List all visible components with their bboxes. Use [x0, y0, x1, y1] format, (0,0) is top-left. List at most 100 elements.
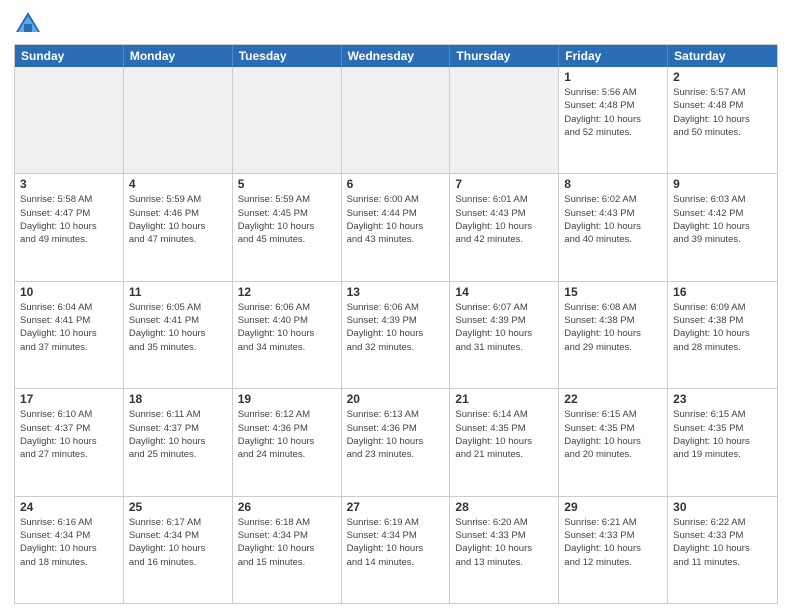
calendar-header: SundayMondayTuesdayWednesdayThursdayFrid…: [15, 45, 777, 67]
logo-icon: [14, 10, 42, 38]
day-number: 2: [673, 70, 772, 84]
day-number: 18: [129, 392, 227, 406]
cell-info: Sunrise: 6:22 AMSunset: 4:33 PMDaylight:…: [673, 516, 772, 569]
weekday-header-friday: Friday: [559, 45, 668, 67]
logo: [14, 10, 46, 38]
weekday-header-thursday: Thursday: [450, 45, 559, 67]
day-number: 28: [455, 500, 553, 514]
calendar-cell-r2c1: 11 Sunrise: 6:05 AMSunset: 4:41 PMDayligh…: [124, 282, 233, 388]
cell-info: Sunrise: 6:15 AMSunset: 4:35 PMDaylight:…: [673, 408, 772, 461]
calendar-cell-r3c6: 23 Sunrise: 6:15 AMSunset: 4:35 PMDayligh…: [668, 389, 777, 495]
day-number: 20: [347, 392, 445, 406]
cell-info: Sunrise: 6:07 AMSunset: 4:39 PMDaylight:…: [455, 301, 553, 354]
weekday-header-sunday: Sunday: [15, 45, 124, 67]
header: [14, 10, 778, 38]
day-number: 19: [238, 392, 336, 406]
day-number: 11: [129, 285, 227, 299]
calendar-cell-r2c2: 12 Sunrise: 6:06 AMSunset: 4:40 PMDayligh…: [233, 282, 342, 388]
day-number: 12: [238, 285, 336, 299]
day-number: 5: [238, 177, 336, 191]
page: SundayMondayTuesdayWednesdayThursdayFrid…: [0, 0, 792, 612]
calendar-cell-r1c0: 3Sunrise: 5:58 AMSunset: 4:47 PMDaylight…: [15, 174, 124, 280]
cell-info: Sunrise: 5:59 AMSunset: 4:46 PMDaylight:…: [129, 193, 227, 246]
calendar-cell-r3c0: 17 Sunrise: 6:10 AMSunset: 4:37 PMDayligh…: [15, 389, 124, 495]
cell-info: Sunrise: 6:09 AMSunset: 4:38 PMDaylight:…: [673, 301, 772, 354]
cell-info: Sunrise: 6:16 AMSunset: 4:34 PMDaylight:…: [20, 516, 118, 569]
calendar-cell-r0c6: 2 Sunrise: 5:57 AMSunset: 4:48 PMDaylight…: [668, 67, 777, 173]
weekday-header-wednesday: Wednesday: [342, 45, 451, 67]
cell-info: Sunrise: 6:18 AMSunset: 4:34 PMDaylight:…: [238, 516, 336, 569]
calendar-cell-r2c6: 16 Sunrise: 6:09 AMSunset: 4:38 PMDayligh…: [668, 282, 777, 388]
calendar-cell-r1c4: 7Sunrise: 6:01 AMSunset: 4:43 PMDaylight…: [450, 174, 559, 280]
day-number: 21: [455, 392, 553, 406]
day-number: 27: [347, 500, 445, 514]
cell-info: Sunrise: 6:02 AMSunset: 4:43 PMDaylight:…: [564, 193, 662, 246]
weekday-header-saturday: Saturday: [668, 45, 777, 67]
calendar-cell-r1c5: 8 Sunrise: 6:02 AMSunset: 4:43 PMDaylight…: [559, 174, 668, 280]
day-number: 24: [20, 500, 118, 514]
calendar-row-0: 1 Sunrise: 5:56 AMSunset: 4:48 PMDaylight…: [15, 67, 777, 174]
calendar-cell-r3c1: 18 Sunrise: 6:11 AMSunset: 4:37 PMDayligh…: [124, 389, 233, 495]
cell-info: Sunrise: 6:05 AMSunset: 4:41 PMDaylight:…: [129, 301, 227, 354]
cell-info: Sunrise: 6:00 AMSunset: 4:44 PMDaylight:…: [347, 193, 445, 246]
calendar-cell-r3c3: 20 Sunrise: 6:13 AMSunset: 4:36 PMDayligh…: [342, 389, 451, 495]
cell-info: Sunrise: 6:06 AMSunset: 4:40 PMDaylight:…: [238, 301, 336, 354]
day-number: 22: [564, 392, 662, 406]
cell-info: Sunrise: 6:12 AMSunset: 4:36 PMDaylight:…: [238, 408, 336, 461]
cell-info: Sunrise: 5:56 AMSunset: 4:48 PMDaylight:…: [564, 86, 662, 139]
cell-info: Sunrise: 6:11 AMSunset: 4:37 PMDaylight:…: [129, 408, 227, 461]
calendar-cell-r1c1: 4 Sunrise: 5:59 AMSunset: 4:46 PMDaylight…: [124, 174, 233, 280]
day-number: 26: [238, 500, 336, 514]
calendar-row-4: 24 Sunrise: 6:16 AMSunset: 4:34 PMDayligh…: [15, 497, 777, 603]
calendar-cell-r4c3: 27 Sunrise: 6:19 AMSunset: 4:34 PMDayligh…: [342, 497, 451, 603]
cell-info: Sunrise: 5:57 AMSunset: 4:48 PMDaylight:…: [673, 86, 772, 139]
calendar-cell-r2c4: 14 Sunrise: 6:07 AMSunset: 4:39 PMDayligh…: [450, 282, 559, 388]
cell-info: Sunrise: 6:14 AMSunset: 4:35 PMDaylight:…: [455, 408, 553, 461]
cell-info: Sunrise: 5:58 AMSunset: 4:47 PMDaylight:…: [20, 193, 118, 246]
calendar-cell-r4c2: 26 Sunrise: 6:18 AMSunset: 4:34 PMDayligh…: [233, 497, 342, 603]
cell-info: Sunrise: 6:19 AMSunset: 4:34 PMDaylight:…: [347, 516, 445, 569]
day-number: 10: [20, 285, 118, 299]
cell-info: Sunrise: 6:13 AMSunset: 4:36 PMDaylight:…: [347, 408, 445, 461]
calendar-cell-r4c4: 28 Sunrise: 6:20 AMSunset: 4:33 PMDayligh…: [450, 497, 559, 603]
calendar-cell-r2c0: 10 Sunrise: 6:04 AMSunset: 4:41 PMDayligh…: [15, 282, 124, 388]
cell-info: Sunrise: 6:21 AMSunset: 4:33 PMDaylight:…: [564, 516, 662, 569]
day-number: 8: [564, 177, 662, 191]
calendar-cell-r3c2: 19 Sunrise: 6:12 AMSunset: 4:36 PMDayligh…: [233, 389, 342, 495]
day-number: 17: [20, 392, 118, 406]
cell-info: Sunrise: 6:20 AMSunset: 4:33 PMDaylight:…: [455, 516, 553, 569]
calendar-cell-r3c4: 21 Sunrise: 6:14 AMSunset: 4:35 PMDayligh…: [450, 389, 559, 495]
calendar-cell-r3c5: 22Sunrise: 6:15 AMSunset: 4:35 PMDayligh…: [559, 389, 668, 495]
cell-info: Sunrise: 6:10 AMSunset: 4:37 PMDaylight:…: [20, 408, 118, 461]
calendar-row-3: 17 Sunrise: 6:10 AMSunset: 4:37 PMDayligh…: [15, 389, 777, 496]
cell-info: Sunrise: 5:59 AMSunset: 4:45 PMDaylight:…: [238, 193, 336, 246]
calendar-cell-r0c3: [342, 67, 451, 173]
cell-info: Sunrise: 6:04 AMSunset: 4:41 PMDaylight:…: [20, 301, 118, 354]
day-number: 30: [673, 500, 772, 514]
calendar-cell-r1c6: 9Sunrise: 6:03 AMSunset: 4:42 PMDaylight…: [668, 174, 777, 280]
calendar-body: 1 Sunrise: 5:56 AMSunset: 4:48 PMDaylight…: [15, 67, 777, 603]
day-number: 16: [673, 285, 772, 299]
calendar-cell-r1c3: 6Sunrise: 6:00 AMSunset: 4:44 PMDaylight…: [342, 174, 451, 280]
weekday-header-tuesday: Tuesday: [233, 45, 342, 67]
cell-info: Sunrise: 6:08 AMSunset: 4:38 PMDaylight:…: [564, 301, 662, 354]
day-number: 14: [455, 285, 553, 299]
day-number: 4: [129, 177, 227, 191]
cell-info: Sunrise: 6:06 AMSunset: 4:39 PMDaylight:…: [347, 301, 445, 354]
calendar-cell-r4c5: 29 Sunrise: 6:21 AMSunset: 4:33 PMDayligh…: [559, 497, 668, 603]
day-number: 7: [455, 177, 553, 191]
calendar-cell-r0c1: [124, 67, 233, 173]
calendar: SundayMondayTuesdayWednesdayThursdayFrid…: [14, 44, 778, 604]
calendar-cell-r0c4: [450, 67, 559, 173]
calendar-cell-r4c1: 25Sunrise: 6:17 AMSunset: 4:34 PMDayligh…: [124, 497, 233, 603]
calendar-row-1: 3Sunrise: 5:58 AMSunset: 4:47 PMDaylight…: [15, 174, 777, 281]
calendar-row-2: 10 Sunrise: 6:04 AMSunset: 4:41 PMDayligh…: [15, 282, 777, 389]
calendar-cell-r2c3: 13Sunrise: 6:06 AMSunset: 4:39 PMDayligh…: [342, 282, 451, 388]
day-number: 15: [564, 285, 662, 299]
calendar-cell-r2c5: 15 Sunrise: 6:08 AMSunset: 4:38 PMDayligh…: [559, 282, 668, 388]
cell-info: Sunrise: 6:17 AMSunset: 4:34 PMDaylight:…: [129, 516, 227, 569]
calendar-cell-r0c2: [233, 67, 342, 173]
day-number: 23: [673, 392, 772, 406]
day-number: 1: [564, 70, 662, 84]
day-number: 29: [564, 500, 662, 514]
